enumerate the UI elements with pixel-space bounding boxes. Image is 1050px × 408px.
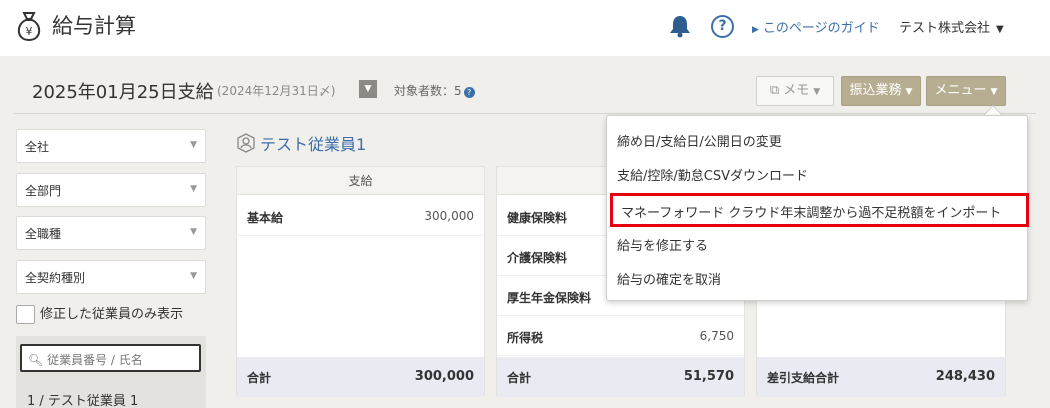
copy-icon: ⧉ — [769, 83, 784, 98]
row-label: 厚生年金保険料 — [507, 291, 592, 305]
payments-total: 合計 300,000 — [237, 357, 484, 397]
guide-link-label: このページのガイド — [762, 21, 880, 36]
employee-count: 対象者数：5? — [394, 82, 475, 99]
menu-item-cancel-confirmation[interactable]: 給与の確定を取消 — [607, 260, 1027, 294]
menu-button-label: メニュー — [934, 83, 987, 98]
person-icon — [237, 133, 255, 153]
company-menu[interactable]: テスト株式会社 ▼ — [899, 17, 1004, 36]
menu-item-csv-download[interactable]: 支給/控除/勤怠CSVダウンロード — [607, 156, 1027, 190]
modified-only-toggle[interactable]: 修正した従業員のみ表示 — [16, 303, 183, 324]
employee-search-input[interactable]: 🔍︎ 従業員番号 / 氏名 — [20, 344, 201, 372]
top-bar: ¥ 給与計算 ? ▶ このページのガイド テスト株式会社 ▼ — [0, 0, 1050, 56]
company-filter[interactable]: 全社 ▼ — [16, 129, 206, 163]
employee-name: テスト従業員1 — [260, 135, 367, 154]
contract-type-filter-value: 全契約種別 — [25, 271, 86, 285]
payments-header: 支給 — [237, 167, 484, 195]
transfer-button-label: 振込業務 — [849, 83, 902, 98]
employee-count-label: 対象者数：5 — [394, 84, 462, 98]
table-row: 所得税 6,750 — [497, 316, 744, 356]
job-type-filter[interactable]: 全職種 ▼ — [16, 216, 206, 250]
employee-list-item[interactable]: 1 / テスト従業員 1 — [27, 390, 138, 408]
menu-dropdown: 締め日/支給日/公開日の変更 支給/控除/勤怠CSVダウンロード マネーフォワー… — [606, 115, 1029, 301]
svg-text:¥: ¥ — [26, 25, 33, 38]
employee-heading: テスト従業員1 — [236, 131, 366, 155]
company-filter-value: 全社 — [25, 140, 50, 154]
menu-button[interactable]: メニュー ▼ — [926, 76, 1006, 106]
question-icon[interactable]: ? — [463, 87, 475, 98]
pay-date-title: 2025年01月25日支給 — [32, 82, 214, 103]
modified-only-label: 修正した従業員のみ表示 — [40, 307, 184, 322]
caret-down-icon: ▼ — [190, 184, 197, 194]
deductions-total: 合計 51,570 — [497, 357, 744, 397]
guide-link[interactable]: ▶ このページのガイド — [752, 17, 880, 36]
total-value: 300,000 — [414, 369, 474, 384]
triangle-right-icon: ▶ — [752, 25, 759, 35]
memo-button-label: メモ — [783, 83, 810, 98]
total-value: 248,430 — [935, 369, 995, 384]
row-value: 6,750 — [699, 329, 734, 343]
company-name: テスト株式会社 — [899, 21, 991, 36]
row-label: 介護保険料 — [507, 251, 568, 265]
menu-item-change-dates[interactable]: 締め日/支給日/公開日の変更 — [607, 122, 1027, 156]
row-value: 300,000 — [424, 209, 474, 223]
search-icon: 🔍︎ — [28, 353, 48, 367]
payments-card: 支給 基本給 300,000 合計 300,000 — [236, 166, 485, 397]
caret-down-icon: ▼ — [190, 271, 197, 281]
menu-item-import-year-end-tax[interactable]: マネーフォワード クラウド年末調整から過不足税額をインポート — [610, 193, 1029, 227]
caret-down-icon: ▼ — [190, 140, 197, 150]
total-label: 差引支給合計 — [767, 371, 840, 385]
row-label: 基本給 — [247, 211, 284, 225]
search-placeholder: 従業員番号 / 氏名 — [47, 353, 143, 367]
total-value: 51,570 — [683, 369, 734, 384]
total-label: 合計 — [247, 371, 272, 385]
memo-button[interactable]: ⧉ メモ ▼ — [756, 76, 834, 106]
caret-down-icon: ▼ — [905, 87, 913, 97]
net-pay-total: 差引支給合計 248,430 — [757, 357, 1005, 397]
table-row: 基本給 300,000 — [237, 196, 484, 236]
menu-item-edit-payroll[interactable]: 給与を修正する — [607, 226, 1027, 260]
transfer-button[interactable]: 振込業務 ▼ — [841, 76, 921, 106]
caret-down-icon: ▼ — [990, 87, 998, 97]
department-filter[interactable]: 全部門 ▼ — [16, 173, 206, 207]
closing-date-note: (2024年12月31日〆) — [217, 84, 336, 98]
caret-down-icon: ▼ — [190, 227, 197, 237]
caret-down-icon: ▼ — [813, 87, 821, 97]
department-filter-value: 全部門 — [25, 184, 62, 198]
caret-down-icon: ▼ — [996, 24, 1004, 35]
row-label: 所得税 — [507, 331, 544, 345]
payroll-header: 2025年01月25日支給 (2024年12月31日〆) ▼ 対象者数：5? ⧉… — [14, 62, 1036, 114]
money-bag-icon: ¥ — [17, 12, 41, 42]
help-icon[interactable]: ? — [711, 15, 734, 38]
job-type-filter-value: 全職種 — [25, 227, 62, 241]
modified-only-checkbox[interactable] — [16, 305, 35, 324]
pay-date-dropdown[interactable]: ▼ — [359, 80, 377, 98]
total-label: 合計 — [507, 371, 532, 385]
contract-type-filter[interactable]: 全契約種別 ▼ — [16, 260, 206, 294]
app-title: 給与計算 — [52, 14, 136, 38]
bell-icon[interactable] — [669, 14, 691, 38]
row-label: 健康保険料 — [507, 211, 568, 225]
caret-down-icon: ▼ — [364, 84, 372, 94]
